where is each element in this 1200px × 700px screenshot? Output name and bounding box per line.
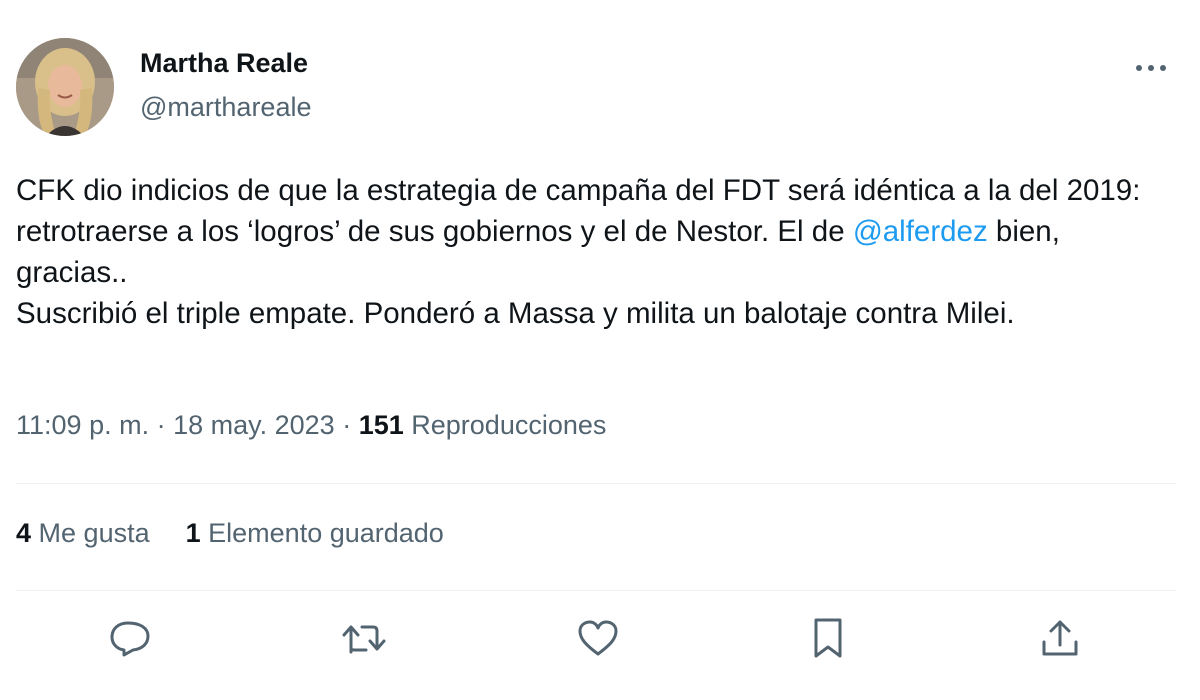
likes-stat[interactable]: 4 Me gusta bbox=[16, 518, 150, 549]
heart-icon bbox=[578, 620, 618, 656]
tweet-date[interactable]: 18 may. 2023 bbox=[173, 410, 335, 440]
author-name[interactable]: Martha Reale bbox=[140, 48, 308, 79]
tweet-text: CFK dio indicios de que la estrategia de… bbox=[16, 170, 1176, 334]
avatar[interactable] bbox=[16, 38, 114, 136]
tweet-meta: 11:09 p. m. · 18 may. 2023 · 151 Reprodu… bbox=[16, 410, 606, 441]
meta-separator: · bbox=[149, 410, 174, 440]
tweet-actions bbox=[16, 612, 1176, 664]
author-handle[interactable]: @marthareale bbox=[140, 92, 311, 123]
divider bbox=[16, 590, 1176, 591]
bookmarks-label: Elemento guardado bbox=[208, 518, 444, 548]
retweet-button[interactable] bbox=[338, 612, 390, 664]
views-label: Reproducciones bbox=[411, 410, 607, 440]
retweet-arrows-icon bbox=[342, 625, 386, 654]
meta-separator: · bbox=[334, 410, 359, 440]
more-dots-icon bbox=[1136, 65, 1166, 71]
tweet-header: Martha Reale @marthareale bbox=[16, 38, 1176, 138]
likes-label: Me gusta bbox=[38, 518, 150, 548]
reply-button[interactable] bbox=[104, 612, 156, 664]
bookmarks-stat[interactable]: 1 Elemento guardado bbox=[186, 518, 444, 549]
share-button[interactable] bbox=[1034, 612, 1086, 664]
tweet-paragraph-2: Suscribió el triple empate. Ponderó a Ma… bbox=[16, 297, 1015, 330]
tweet-paragraph-1: CFK dio indicios de que la estrategia de… bbox=[16, 170, 1176, 293]
bookmark-icon bbox=[814, 618, 842, 658]
reply-bubble-icon bbox=[110, 621, 150, 657]
likes-count: 4 bbox=[16, 518, 32, 548]
tweet-card: Martha Reale @marthareale CFK dio indici… bbox=[16, 0, 1176, 700]
bookmark-button[interactable] bbox=[802, 612, 854, 664]
views-count: 151 bbox=[358, 410, 404, 440]
tweet-time[interactable]: 11:09 p. m. bbox=[16, 410, 149, 440]
divider bbox=[16, 483, 1176, 484]
more-options-button[interactable] bbox=[1126, 48, 1176, 88]
mention-link[interactable]: @alferdez bbox=[853, 215, 988, 248]
like-button[interactable] bbox=[572, 612, 624, 664]
tweet-stats: 4 Me gusta 1 Elemento guardado bbox=[16, 518, 444, 549]
share-upload-icon bbox=[1042, 620, 1078, 656]
bookmarks-count: 1 bbox=[185, 518, 201, 548]
